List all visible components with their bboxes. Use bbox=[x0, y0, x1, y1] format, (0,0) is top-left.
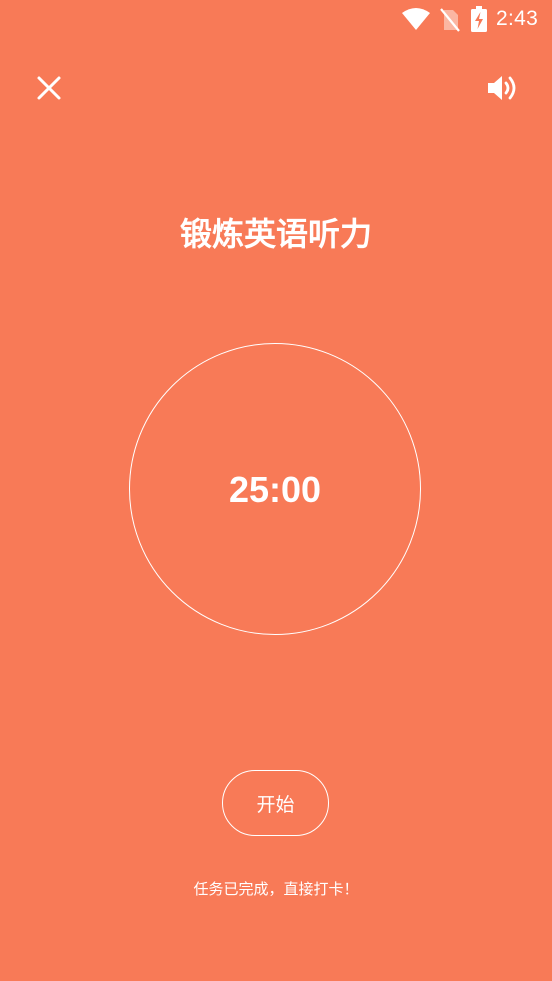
task-title: 锻炼英语听力 bbox=[179, 215, 372, 253]
no-sim-icon bbox=[440, 8, 460, 32]
timer-display: 25:00 bbox=[228, 469, 322, 510]
start-button[interactable]: 开始 bbox=[222, 770, 329, 836]
close-icon bbox=[37, 76, 61, 100]
battery-charging-icon bbox=[471, 6, 487, 32]
volume-icon bbox=[488, 76, 516, 100]
sound-toggle-button[interactable] bbox=[482, 67, 524, 109]
status-time: 2:43 bbox=[496, 7, 539, 30]
start-button-label: 开始 bbox=[256, 793, 295, 816]
close-button[interactable] bbox=[30, 69, 68, 107]
complete-checkin-link[interactable]: 任务已完成，直接打卡！ bbox=[0, 877, 552, 901]
wifi-icon bbox=[402, 8, 430, 30]
status-bar: 2:43 bbox=[0, 0, 552, 40]
